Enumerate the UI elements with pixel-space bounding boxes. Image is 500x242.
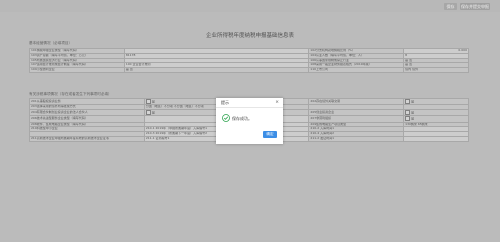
success-check-icon <box>222 114 230 122</box>
dialog-title: 提示 <box>221 100 229 105</box>
dialog-header: 提示 × <box>216 98 283 108</box>
save-result-dialog: 提示 × 保存成功。 确定 <box>216 98 283 144</box>
dialog-message: 保存成功。 <box>232 116 252 121</box>
close-icon[interactable]: × <box>275 100 279 105</box>
confirm-button[interactable]: 确定 <box>263 131 277 138</box>
